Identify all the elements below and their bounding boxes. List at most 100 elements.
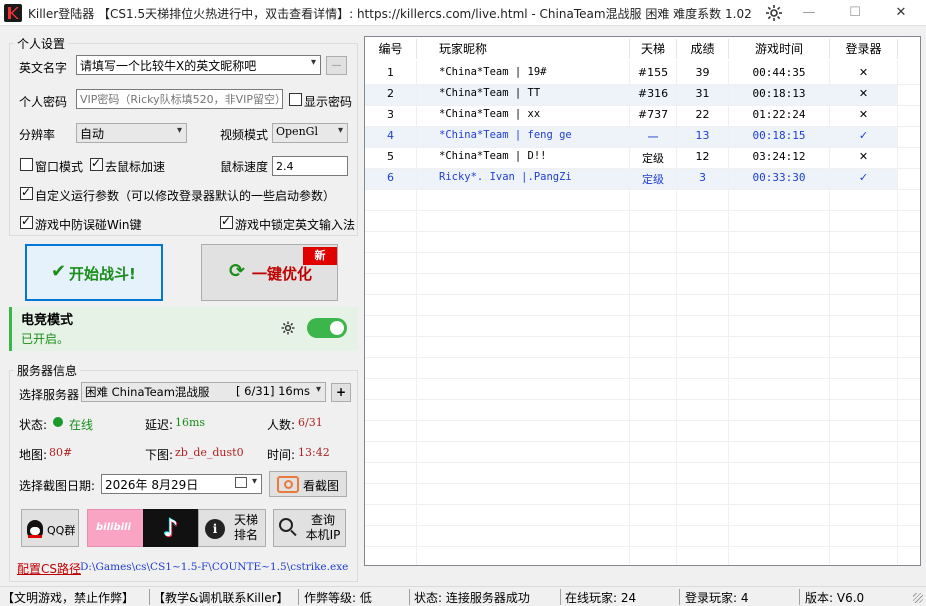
table-row[interactable]: 5 *China*Team | D!! 定级 12 03:24:12 ✕ — [365, 147, 898, 168]
status-cheat-level: 作弊等级: 低 — [304, 591, 372, 605]
show-password-checkbox[interactable] — [289, 93, 302, 106]
close-button[interactable]: ✕ — [878, 0, 924, 26]
window-mode-checkbox[interactable] — [20, 158, 33, 171]
cell-nickname: Ricky*. Ivan |.PangZi — [439, 171, 572, 183]
map-value: 80# — [49, 446, 73, 459]
column-header-launcher[interactable]: 登录器 — [830, 37, 897, 61]
tiktok-button[interactable]: ♪ — [143, 509, 201, 547]
status-logged-players: 登录玩家: 4 — [685, 591, 749, 605]
refresh-icon: ⟳ — [229, 260, 245, 282]
cell-id: 1 — [387, 66, 394, 79]
cell-launcher: ✕ — [858, 108, 869, 121]
video-mode-label: 视频模式 — [220, 128, 269, 142]
query-ip-label: 查询 本机IP — [305, 513, 341, 542]
players-value: 6/31 — [298, 416, 323, 429]
chevron-down-icon: ▾ — [176, 125, 182, 136]
table-row[interactable]: 4 *China*Team | feng ge 一 13 00:18:15 ✓ — [365, 126, 898, 147]
name-combo[interactable]: 请填写一个比较牛X的英文昵称吧 ▾ — [76, 55, 321, 75]
mouse-accel-checkbox[interactable] — [90, 156, 103, 171]
calendar-icon — [235, 477, 247, 488]
cell-id: 5 — [387, 150, 394, 163]
status-version: 版本: V6.0 — [805, 591, 865, 605]
table-row[interactable]: 6 Ricky*. Ivan |.PangZi 定级 3 00:33:30 ✓ — [365, 168, 898, 189]
anti-win-key-label: 游戏中防误碰Win键 — [35, 218, 142, 232]
cell-time: 00:44:35 — [752, 66, 806, 79]
esports-mode-title: 电竞模式 — [21, 313, 74, 328]
personal-settings-title: 个人设置 — [14, 35, 69, 52]
cell-launcher: ✓ — [858, 129, 869, 142]
start-battle-label: 开始战斗! — [69, 265, 136, 283]
column-header-id[interactable]: 编号 — [365, 37, 416, 61]
table-row[interactable]: 1 *China*Team | 19# #155 39 00:44:35 ✕ — [365, 63, 898, 84]
qq-penguin-icon — [27, 520, 43, 538]
cell-launcher: ✕ — [858, 150, 869, 163]
qq-group-button[interactable]: QQ群 — [21, 509, 79, 547]
lock-ime-checkbox[interactable] — [220, 214, 233, 229]
esports-toggle[interactable] — [307, 318, 347, 338]
cell-nickname: *China*Team | D!! — [439, 150, 547, 162]
player-list[interactable]: 编号 玩家昵称 天梯 成绩 游戏时间 登录器 1 *China*Team | 19… — [364, 36, 921, 566]
view-screenshot-label: 看截图 — [303, 479, 340, 493]
video-mode-value: OpenGl — [276, 125, 318, 138]
video-mode-select[interactable]: OpenGl ▾ — [272, 123, 348, 143]
players-label: 人数: — [267, 418, 296, 432]
gear-icon[interactable] — [280, 320, 296, 339]
column-header-score[interactable]: 成绩 — [677, 37, 728, 61]
ladder-rank-button[interactable]: i 天梯 排名 — [198, 509, 266, 547]
cell-time: 00:33:30 — [752, 171, 806, 184]
bilibili-logo: bilibili — [96, 522, 131, 533]
column-header-time[interactable]: 游戏时间 — [729, 37, 829, 61]
cell-id: 4 — [387, 129, 394, 142]
cell-ladder: 定级 — [642, 173, 664, 186]
add-server-button[interactable]: + — [331, 383, 351, 402]
bilibili-button[interactable]: bilibili — [87, 509, 145, 547]
cell-id: 6 — [387, 171, 394, 184]
esports-mode-panel: 电竞模式 已开启。 — [9, 307, 358, 351]
resolution-value: 自动 — [80, 127, 105, 141]
cell-score: 13 — [695, 129, 710, 142]
info-icon: i — [205, 519, 225, 539]
chevron-down-icon: ▾ — [337, 125, 343, 136]
cell-id: 3 — [387, 108, 394, 121]
column-header-ladder[interactable]: 天梯 — [630, 37, 676, 61]
gear-icon[interactable] — [762, 2, 786, 24]
tiktok-icon: ♪ — [163, 514, 179, 542]
server-select-label: 选择服务器 — [19, 388, 80, 402]
esports-mode-status: 已开启。 — [21, 332, 70, 346]
optimize-button[interactable]: ⟳ 一键优化 新 — [201, 244, 338, 301]
status-bar: 【文明游戏，禁止作弊】 【教学&调机联系Killer】 作弊等级: 低 状态: … — [0, 586, 926, 606]
mouse-speed-input[interactable] — [272, 156, 348, 176]
date-picker[interactable]: 2026年 8月29日 ▾ — [101, 474, 262, 494]
mouse-accel-label: 去鼠标加速 — [105, 160, 166, 174]
cell-nickname: *China*Team | feng ge — [439, 129, 572, 141]
column-header-nickname[interactable]: 玩家昵称 — [417, 37, 629, 61]
anti-win-key-checkbox[interactable] — [20, 214, 33, 229]
cell-ladder: 定级 — [642, 152, 664, 165]
resize-grip-icon[interactable] — [913, 593, 923, 603]
view-screenshot-button[interactable]: 看截图 — [269, 471, 347, 497]
cell-nickname: *China*Team | TT — [439, 87, 541, 99]
resolution-select[interactable]: 自动 ▾ — [76, 123, 187, 143]
table-row[interactable]: 3 *China*Team | xx #737 22 01:22:24 ✕ — [365, 105, 898, 126]
custom-params-checkbox[interactable] — [20, 185, 33, 200]
query-ip-button[interactable]: 查询 本机IP — [273, 509, 346, 547]
cell-score: 12 — [695, 150, 710, 163]
chevron-down-icon: ▾ — [251, 476, 257, 487]
window-title: Killer登陆器 【CS1.5天梯排位火热进行中，双击查看详情】: https… — [28, 7, 752, 21]
server-select[interactable]: 困难 ChinaTeam混战服 [ 6/31] 16ms ▾ — [81, 382, 326, 402]
cell-score: 39 — [695, 66, 710, 79]
optimize-label: 一键优化 — [252, 265, 313, 283]
name-extra-button[interactable]: — — [326, 56, 347, 75]
cell-score: 3 — [699, 171, 706, 184]
maximize-button[interactable]: ☐ — [832, 0, 878, 26]
show-password-label: 显示密码 — [304, 95, 353, 109]
minimize-button[interactable]: — — [786, 0, 832, 26]
password-input[interactable] — [76, 89, 283, 109]
config-path-link[interactable]: 配置CS路径 — [17, 560, 81, 577]
title-bar[interactable]: Killer登陆器 【CS1.5天梯排位火热进行中，双击查看详情】: https… — [0, 0, 926, 26]
name-placeholder: 请填写一个比较牛X的英文昵称吧 — [80, 59, 257, 73]
start-battle-button[interactable]: ✔ 开始战斗! — [25, 244, 163, 301]
table-row[interactable]: 2 *China*Team | TT #316 31 00:18:13 ✕ — [365, 84, 898, 105]
status-contact[interactable]: 【教学&调机联系Killer】 — [153, 589, 289, 606]
server-status-value: 在线 — [69, 418, 94, 432]
